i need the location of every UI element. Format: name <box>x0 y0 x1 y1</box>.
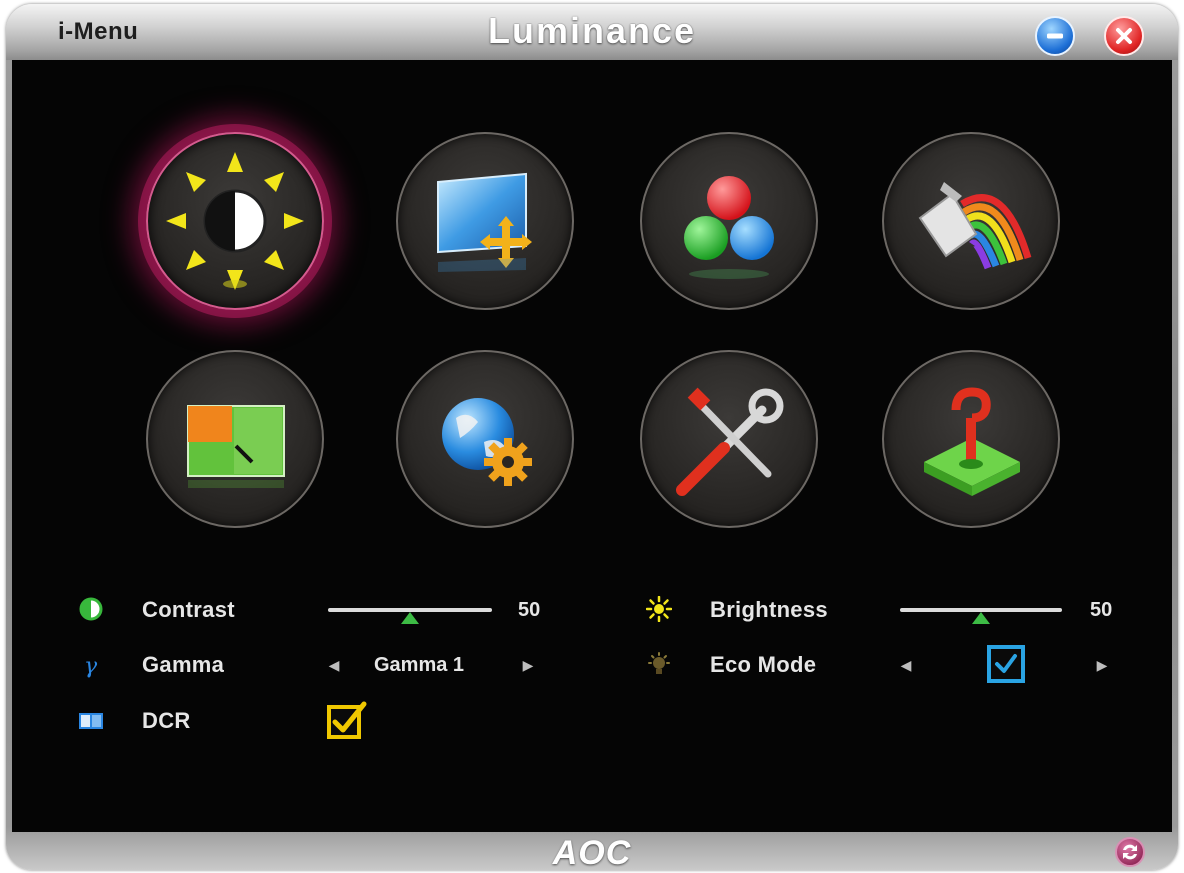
factory-reset-joystick-icon <box>924 387 1020 496</box>
eco-mode-prev-arrow[interactable]: ◀ <box>898 657 914 673</box>
contrast-slider-thumb[interactable] <box>401 612 419 624</box>
image-setup-icon <box>437 172 532 272</box>
brightness-value: 50 <box>1090 599 1113 621</box>
contrast-value: 50 <box>518 599 541 621</box>
category-tile-color-setup[interactable] <box>640 132 818 310</box>
svg-text:γ: γ <box>84 654 98 678</box>
osd-setup-globe-gear-icon <box>442 398 532 486</box>
gamma-label: Gamma <box>142 652 225 677</box>
gamma-icon: γ <box>84 654 98 678</box>
minimize-button[interactable] <box>1035 16 1075 56</box>
category-tile-factory-reset[interactable] <box>882 350 1060 528</box>
page-title: Luminance <box>487 10 697 51</box>
eco-mode-checkbox[interactable] <box>986 644 1026 684</box>
minimize-icon <box>1047 33 1063 39</box>
brightness-label: Brightness <box>710 597 828 622</box>
aoc-logo: AOC <box>552 834 632 870</box>
title-bar[interactable]: i-Menu Luminance <box>6 4 1178 60</box>
close-button[interactable] <box>1104 16 1144 56</box>
gamma-next-arrow[interactable]: ▶ <box>520 657 536 673</box>
category-tile-picture-boost[interactable] <box>146 350 324 528</box>
dcr-checkbox[interactable] <box>326 700 368 740</box>
luminance-sun-contrast-icon <box>166 152 304 290</box>
extra-tools-icon <box>676 387 784 496</box>
contrast-half-circle-icon <box>79 597 103 621</box>
category-tile-color-boost[interactable] <box>882 132 1060 310</box>
gamma-prev-arrow[interactable]: ◀ <box>326 657 342 673</box>
color-boost-rainbow-icon <box>918 182 1032 270</box>
eco-mode-label: Eco Mode <box>710 652 817 677</box>
brightness-sun-icon <box>646 596 672 622</box>
category-tile-image-setup[interactable] <box>396 132 574 310</box>
dcr-label: DCR <box>142 708 191 733</box>
main-content: Contrast 50 Brightness 50 γ Gamma ◀ Gamm… <box>12 60 1172 867</box>
eco-mode-next-arrow[interactable]: ▶ <box>1094 657 1110 673</box>
close-icon <box>1116 28 1132 44</box>
imenu-window: i-Menu Luminance Contrast 50 Brightness … <box>6 4 1178 870</box>
category-tile-extra[interactable] <box>640 350 818 528</box>
eco-bulb-icon <box>648 652 670 674</box>
category-tile-luminance[interactable] <box>146 132 324 310</box>
color-temp-rgb-balls-icon <box>684 176 774 279</box>
picture-boost-icon <box>187 405 285 488</box>
dcr-icon <box>79 713 103 729</box>
category-tile-osd-setup[interactable] <box>396 350 574 528</box>
gamma-value: Gamma 1 <box>374 654 465 676</box>
brightness-slider-thumb[interactable] <box>972 612 990 624</box>
contrast-label: Contrast <box>142 597 235 622</box>
